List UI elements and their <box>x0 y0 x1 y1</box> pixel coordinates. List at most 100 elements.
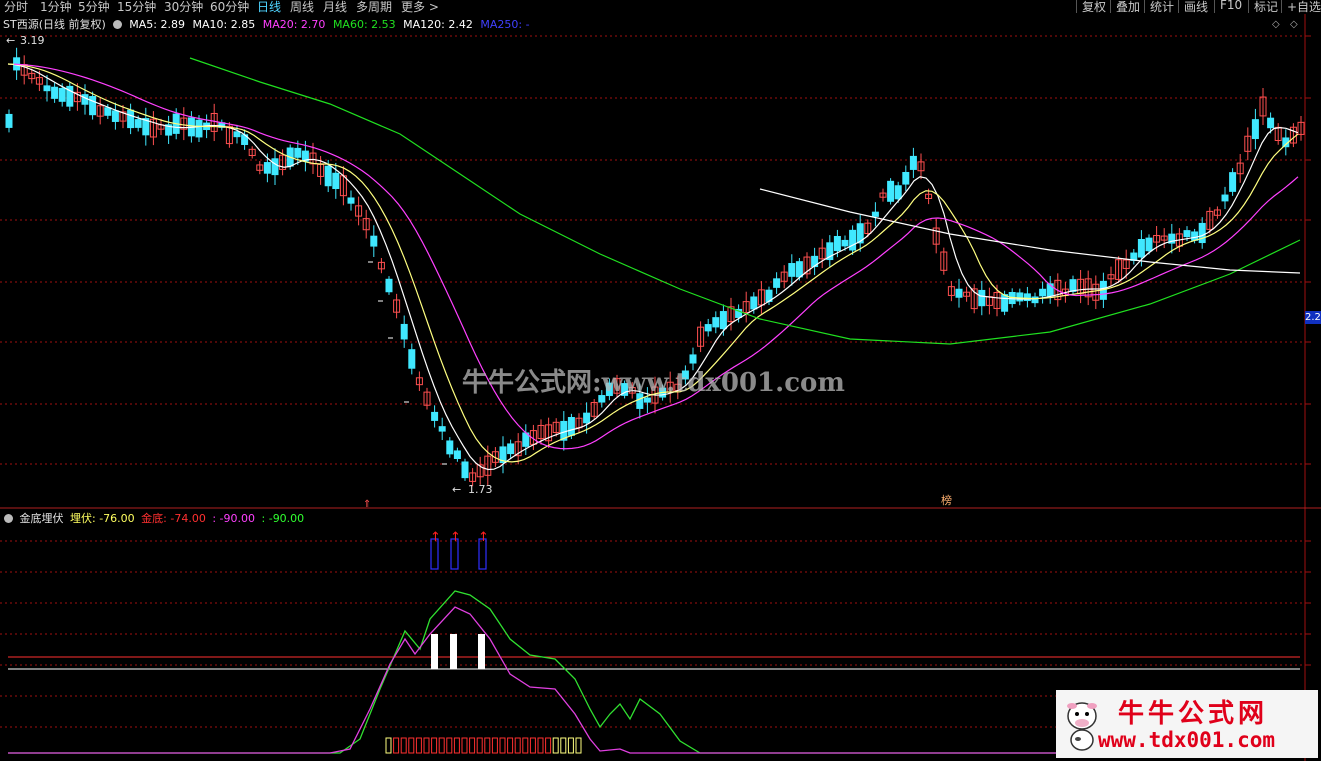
candle-body <box>750 296 758 310</box>
period-more[interactable]: 更多 > <box>401 0 439 15</box>
candle-body <box>583 412 591 424</box>
bottom-signal-box <box>552 737 559 754</box>
candle-body <box>1267 117 1275 129</box>
bottom-signal-box <box>476 737 483 754</box>
candle-body <box>195 119 203 138</box>
candle-body <box>431 411 439 421</box>
bottom-signal-box <box>461 737 468 754</box>
candle-body <box>51 86 59 99</box>
candle-body <box>788 263 796 277</box>
double-up-arrow-icon: ⇑ <box>363 499 371 509</box>
logo-url: www.tdx001.com <box>1098 728 1276 752</box>
candle-body <box>567 417 575 436</box>
bottom-signal-box <box>567 737 574 754</box>
candle-body <box>104 107 112 116</box>
candle-body <box>294 147 302 158</box>
high-label: 3.19 <box>20 34 45 47</box>
candle-body <box>5 113 13 128</box>
period-weekly[interactable]: 周线 <box>290 0 314 15</box>
bottom-signal-box <box>385 737 392 754</box>
candle-body <box>902 171 910 185</box>
candle-body <box>704 324 712 332</box>
candle-body <box>955 288 963 298</box>
bottom-signal-box <box>575 737 582 754</box>
period-multi[interactable]: 多周期 <box>356 0 392 15</box>
period-15min[interactable]: 15分钟 <box>117 0 156 15</box>
period-30min[interactable]: 30分钟 <box>164 0 203 15</box>
candle-body <box>134 119 142 128</box>
tool-overlay-button[interactable]: 叠加 <box>1110 0 1145 14</box>
bottom-signal-box <box>529 737 536 754</box>
candle-body <box>1031 296 1039 304</box>
period-60min[interactable]: 60分钟 <box>210 0 249 15</box>
candle-body <box>347 197 355 204</box>
candle-body <box>978 289 986 307</box>
candle-body <box>233 131 241 138</box>
candle-body <box>909 155 917 170</box>
candle-body <box>1191 231 1199 241</box>
candle-body <box>1137 239 1145 258</box>
bottom-signal-box <box>400 737 407 754</box>
site-logo: 牛牛公式网 www.tdx001.com <box>1056 690 1318 758</box>
high-arrow-icon: ← <box>6 34 15 47</box>
candle-body <box>1145 237 1153 252</box>
candle-body <box>712 317 720 328</box>
candle-body <box>461 461 469 479</box>
period-daily[interactable]: 日线 <box>257 0 281 15</box>
bottom-signal-box <box>469 737 476 754</box>
tool-draw-button[interactable]: 画线 <box>1178 0 1213 14</box>
diamond-icon[interactable]: ◇ <box>1290 19 1298 30</box>
candle-body <box>795 261 803 278</box>
tool-mark-button[interactable]: 标记 <box>1248 0 1283 14</box>
candle-body <box>81 94 89 105</box>
period-5min[interactable]: 5分钟 <box>78 0 110 15</box>
bottom-signal-box <box>522 737 529 754</box>
period-fenshi[interactable]: 分时 <box>4 0 28 15</box>
bottom-signal-box <box>537 737 544 754</box>
bottom-signal-box <box>415 737 422 754</box>
candlestick-chart[interactable]: 3.19 ← 1.73 ← 榜 ⇑ ◇ ◇ <box>0 14 1321 509</box>
candle-body <box>263 162 271 174</box>
candle-body <box>833 235 841 252</box>
bottom-signal-box <box>431 737 438 754</box>
candle-body <box>719 311 727 330</box>
candle-body <box>849 229 857 251</box>
candle-body <box>271 158 279 176</box>
candle-body <box>89 96 97 116</box>
candle-body <box>385 278 393 293</box>
signal-bar <box>431 634 438 669</box>
bottom-signal-box <box>499 737 506 754</box>
bottom-signal-box <box>393 737 400 754</box>
candle-body <box>841 239 849 247</box>
candle-body <box>1001 294 1009 312</box>
candle-body <box>332 172 340 190</box>
tool-fuquan-button[interactable]: 复权 <box>1076 0 1111 14</box>
bottom-signal-box <box>423 737 430 754</box>
tool-stats-button[interactable]: 统计 <box>1144 0 1179 14</box>
candle-body <box>324 165 332 187</box>
signal-bar <box>478 634 485 669</box>
candle-body <box>438 426 446 432</box>
tool-add-watchlist-button[interactable]: +自选 <box>1281 0 1321 14</box>
candle-body <box>370 235 378 247</box>
red-up-arrow-icon: ↑ <box>478 530 489 545</box>
candle-body <box>400 323 408 340</box>
red-up-arrow-icon: ↑ <box>450 530 461 545</box>
bottom-signal-box <box>438 737 445 754</box>
candle-body <box>894 185 902 200</box>
candle-body <box>1198 222 1206 244</box>
bottom-signal-box <box>453 737 460 754</box>
diamond-icon[interactable]: ◇ <box>1272 19 1280 30</box>
candle-body <box>446 440 454 455</box>
candle-body <box>127 109 135 129</box>
candle-body <box>1016 292 1024 302</box>
low-arrow-icon: ← <box>452 483 461 496</box>
period-monthly[interactable]: 月线 <box>323 0 347 15</box>
candle-body <box>773 278 781 288</box>
candle-body <box>1069 279 1077 292</box>
period-1min[interactable]: 1分钟 <box>40 0 72 15</box>
tool-f10-button[interactable]: F10 <box>1214 0 1247 13</box>
candle-body <box>1251 119 1259 140</box>
bottom-signal-box <box>545 737 552 754</box>
candle-body <box>871 211 879 217</box>
